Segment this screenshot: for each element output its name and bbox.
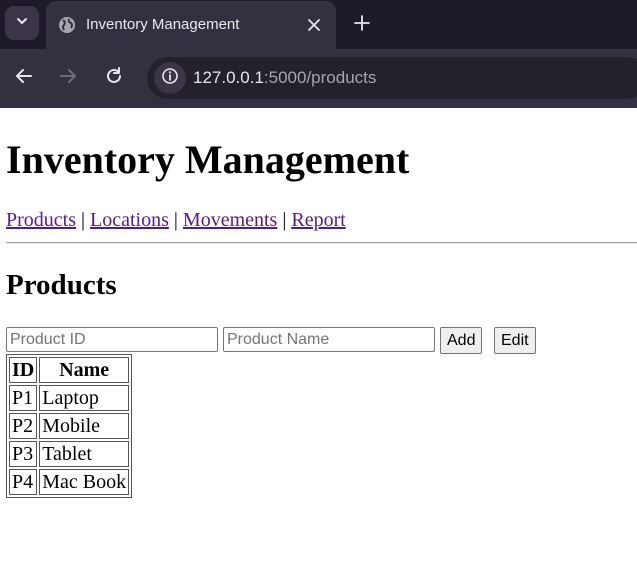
add-button[interactable]: Add (440, 327, 483, 354)
active-tab[interactable]: Inventory Management (46, 1, 336, 49)
nav-link-locations[interactable]: Locations (90, 209, 169, 231)
back-button[interactable] (12, 66, 36, 90)
nav-separator: | (81, 209, 86, 231)
cell-name: Tablet (39, 441, 130, 467)
table-row: P4 Mac Book (9, 469, 130, 495)
close-icon[interactable] (304, 15, 324, 35)
site-nav: Products | Locations | Movements | Repor… (6, 208, 346, 232)
plus-icon (354, 14, 370, 36)
table-row: P1 Laptop (9, 385, 130, 411)
divider (6, 242, 637, 244)
browser-toolbar: 127.0.0.1:5000/products (0, 49, 637, 108)
tab-strip: Inventory Management (0, 0, 637, 49)
info-icon (161, 67, 179, 90)
page-content: Inventory Management Products | Location… (0, 108, 637, 580)
url-path: :5000/products (263, 68, 377, 87)
table-header-row: ID Name (9, 357, 130, 383)
reload-icon (105, 66, 123, 90)
cell-id: P1 (9, 385, 38, 411)
tab-search-button[interactable] (5, 6, 39, 40)
cell-name: Laptop (39, 385, 130, 411)
cell-id: P4 (9, 469, 38, 495)
table-row: P2 Mobile (9, 413, 130, 439)
product-name-input[interactable] (223, 327, 435, 352)
reload-button[interactable] (102, 66, 126, 90)
product-id-input[interactable] (6, 327, 218, 352)
address-bar[interactable]: 127.0.0.1:5000/products (147, 57, 637, 99)
edit-button[interactable]: Edit (494, 327, 536, 354)
cell-name: Mac Book (39, 469, 130, 495)
site-info-button[interactable] (154, 62, 186, 94)
nav-link-movements[interactable]: Movements (183, 209, 277, 231)
url-host: 127.0.0.1 (193, 68, 264, 87)
nav-link-report[interactable]: Report (291, 209, 345, 231)
url-text: 127.0.0.1:5000/products (193, 68, 376, 88)
nav-link-products[interactable]: Products (6, 209, 76, 231)
cell-name: Mobile (39, 413, 130, 439)
new-tab-button[interactable] (350, 13, 374, 37)
section-title: Products (6, 269, 117, 301)
cell-id: P2 (9, 413, 38, 439)
table-row: P3 Tablet (9, 441, 130, 467)
tab-title: Inventory Management (86, 16, 240, 33)
cell-id: P3 (9, 441, 38, 467)
nav-separator: | (173, 209, 178, 231)
arrow-left-icon (15, 67, 33, 90)
page-title: Inventory Management (6, 137, 410, 182)
globe-icon (58, 16, 76, 34)
column-header-id: ID (9, 357, 38, 383)
nav-separator: | (282, 209, 287, 231)
products-table: ID Name P1 Laptop P2 Mobile P3 Tablet P4… (6, 354, 133, 498)
column-header-name: Name (39, 357, 130, 383)
arrow-right-icon (59, 67, 77, 90)
chevron-down-icon (15, 14, 29, 33)
forward-button[interactable] (56, 66, 80, 90)
